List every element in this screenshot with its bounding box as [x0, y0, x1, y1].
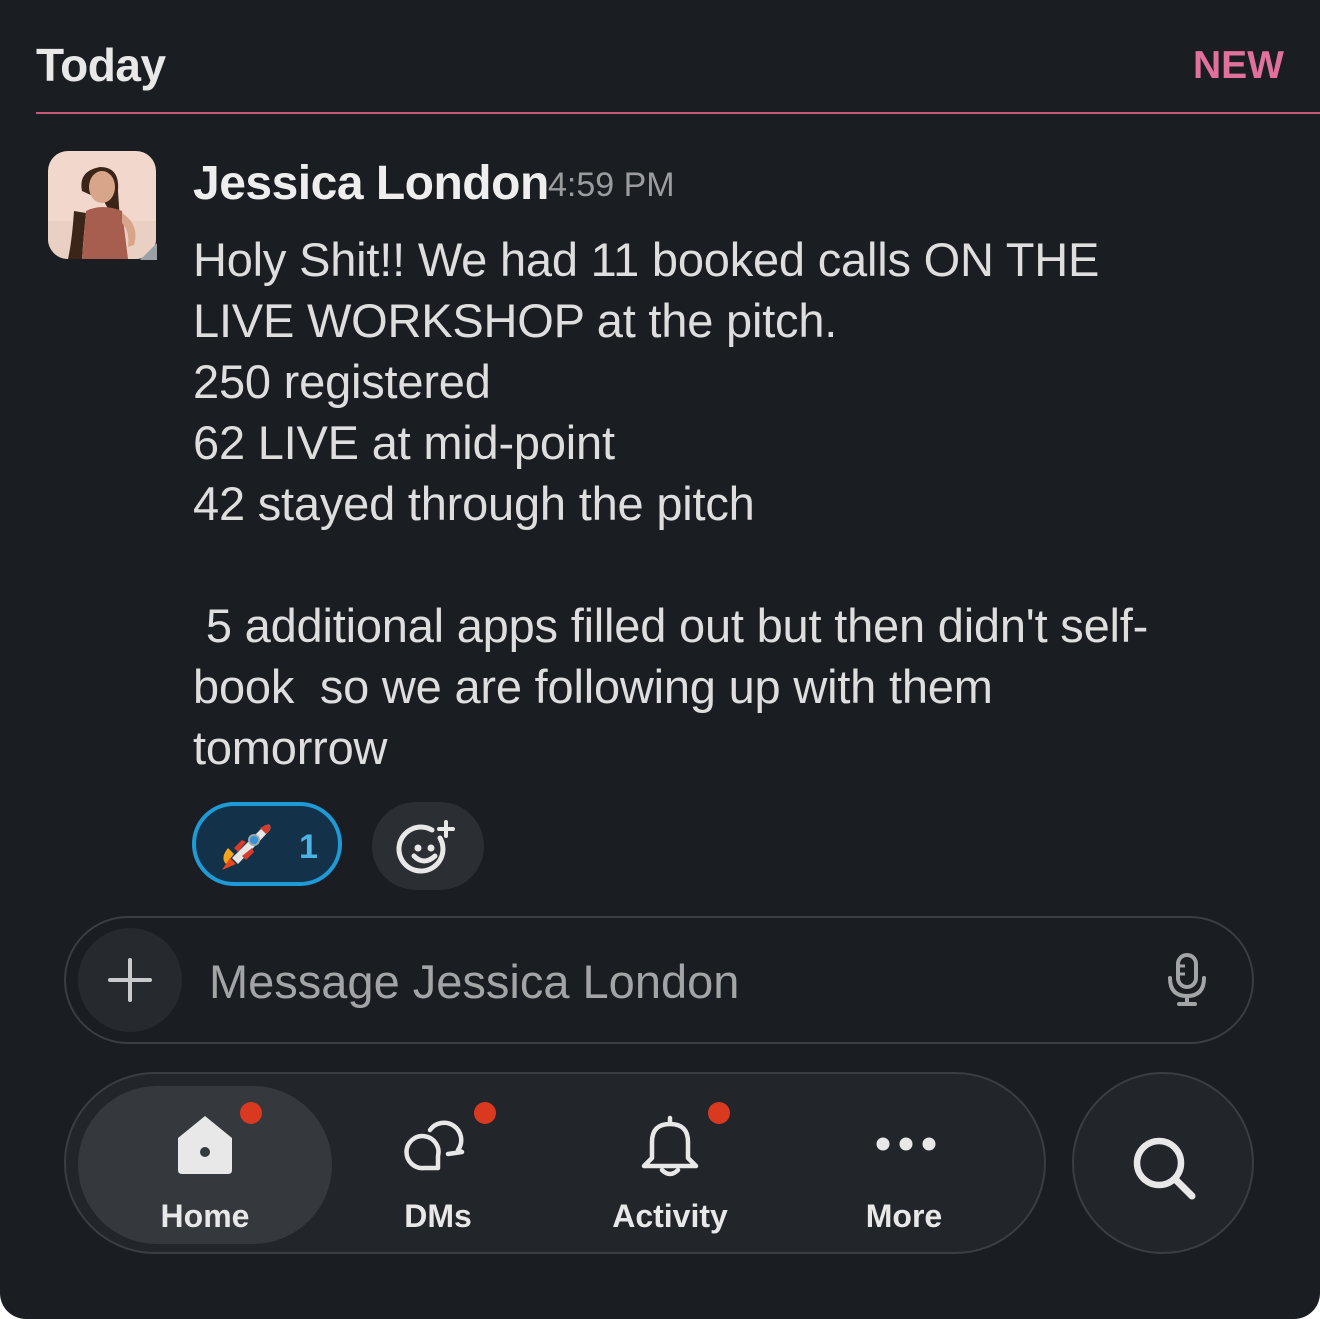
tab-home[interactable]: Home: [78, 1086, 332, 1244]
tab-label: Activity: [612, 1198, 728, 1234]
sender-name[interactable]: Jessica London: [193, 156, 549, 211]
dms-badge: [474, 1102, 496, 1124]
tab-more[interactable]: More: [794, 1086, 1014, 1244]
more-icon: [876, 1137, 936, 1151]
message-input[interactable]: Message Jessica London: [209, 954, 739, 1009]
add-reaction-button[interactable]: [372, 802, 484, 890]
presence-indicator: [140, 243, 157, 260]
message-line: 250 registered: [193, 355, 491, 408]
date-divider: Today NEW: [36, 0, 1320, 114]
reaction-count: 1: [299, 828, 318, 866]
rocket-icon: [222, 824, 271, 870]
add-emoji-icon: [396, 820, 455, 874]
reaction-rocket[interactable]: 1: [192, 802, 342, 886]
activity-badge: [708, 1102, 730, 1124]
tab-activity[interactable]: Activity: [560, 1086, 780, 1244]
home-badge: [240, 1102, 262, 1124]
message-line: LIVE WORKSHOP at the pitch.: [193, 294, 838, 347]
message-line: 62 LIVE at mid-point: [193, 416, 615, 469]
message-line: book so we are following up with them: [193, 660, 993, 713]
plus-icon: [108, 958, 152, 1002]
search-icon: [1133, 1137, 1196, 1200]
tab-dms[interactable]: DMs: [328, 1086, 548, 1244]
microphone-icon[interactable]: [1166, 952, 1208, 1008]
message-line: tomorrow: [193, 721, 388, 774]
search-button[interactable]: [1072, 1072, 1254, 1254]
tab-label: More: [865, 1198, 943, 1234]
bottom-tab-bar: Home DMs Activity More: [64, 1072, 1046, 1254]
attach-button[interactable]: [78, 928, 182, 1032]
home-icon: [178, 1116, 232, 1174]
message-line: Holy Shit!! We had 11 booked calls ON TH…: [193, 233, 1100, 286]
bell-icon: [641, 1115, 699, 1177]
dms-icon: [404, 1120, 465, 1171]
date-divider-label: Today: [36, 39, 166, 91]
slack-dm-screen: Today NEW Jessica London 4:59 PM Holy Sh…: [0, 0, 1320, 1319]
message-composer[interactable]: Message Jessica London: [64, 916, 1254, 1044]
message-timestamp: 4:59 PM: [548, 166, 675, 204]
message-line: 42 stayed through the pitch: [193, 477, 755, 530]
tab-label: Home: [160, 1198, 250, 1234]
tab-label: DMs: [404, 1198, 472, 1234]
message-line: 5 additional apps filled out but then di…: [193, 599, 1149, 652]
new-messages-marker: NEW: [1193, 44, 1284, 87]
